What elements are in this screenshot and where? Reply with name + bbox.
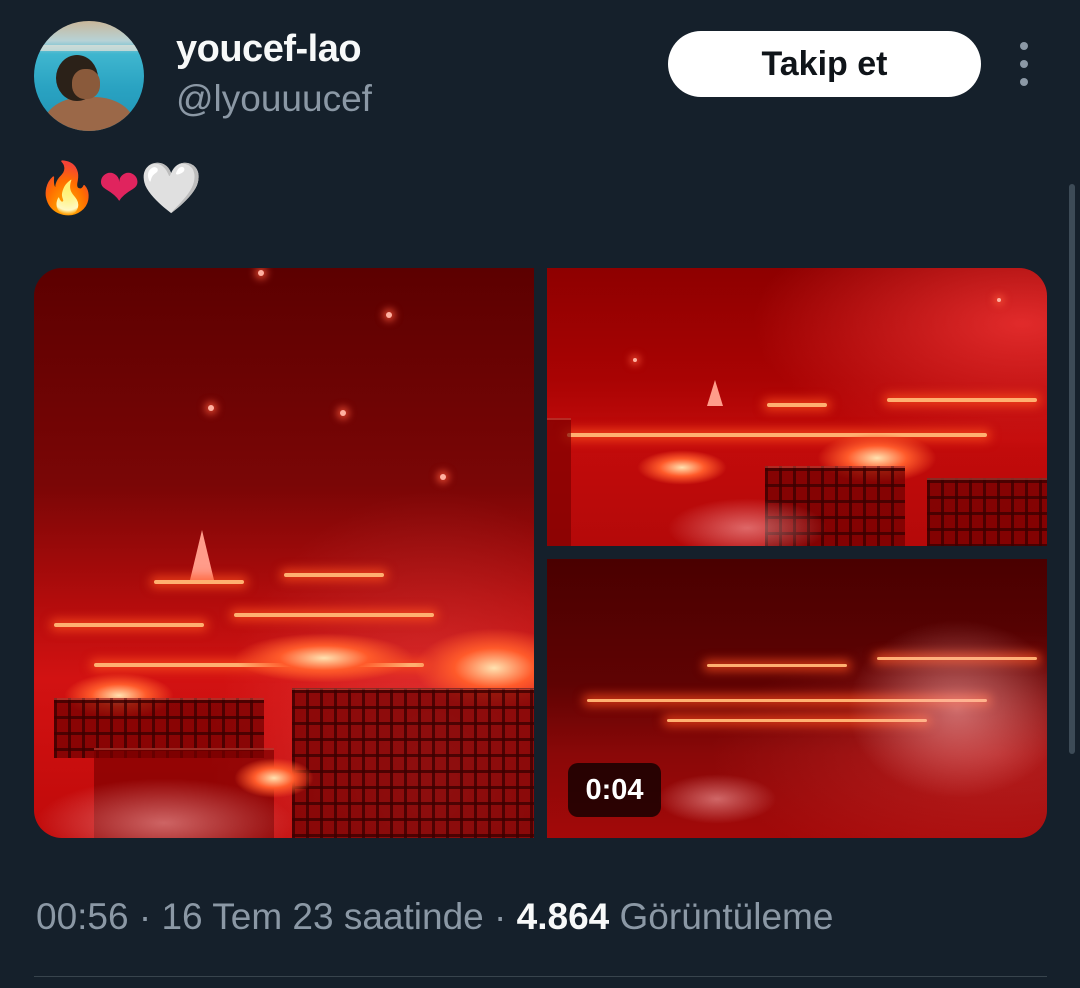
flare-spark — [440, 474, 446, 480]
flare-spark — [340, 410, 346, 416]
flare-line — [707, 664, 847, 667]
building — [547, 418, 571, 546]
avatar-shoulders — [44, 97, 134, 131]
white-heart-emoji: 🤍 — [140, 159, 203, 217]
more-dot — [1020, 60, 1028, 68]
views-label: Görüntüleme — [619, 896, 834, 937]
monument-tower — [707, 380, 723, 406]
fire-glow — [637, 450, 727, 485]
avatar-pool-edge — [34, 45, 144, 51]
author-handle[interactable]: @lyouuucef — [176, 78, 372, 120]
media-photo-1[interactable] — [34, 268, 534, 838]
views-count: 4.864 — [516, 896, 610, 937]
flare-spark — [997, 298, 1001, 302]
video-duration-badge: 0:04 — [568, 763, 661, 817]
more-dot — [1020, 78, 1028, 86]
flare-line — [567, 433, 987, 437]
meta-separator: · — [483, 896, 517, 937]
flare-line — [284, 573, 384, 577]
monument-tower — [190, 530, 214, 580]
flare-spark — [386, 312, 392, 318]
tweet-text: 🔥❤🤍 — [36, 158, 202, 218]
more-vertical-icon[interactable] — [1010, 42, 1038, 86]
avatar-face — [72, 69, 100, 99]
avatar[interactable] — [34, 21, 144, 131]
follow-button[interactable]: Takip et — [668, 31, 981, 97]
tweet-date[interactable]: 16 Tem 23 saatinde — [161, 896, 483, 937]
red-heart-emoji: ❤ — [98, 159, 141, 217]
smoke — [657, 774, 777, 824]
fire-glow — [234, 633, 414, 683]
flare-spark — [258, 270, 264, 276]
building — [927, 478, 1047, 546]
tweet-time[interactable]: 00:56 — [36, 896, 129, 937]
scrollbar[interactable] — [1069, 184, 1075, 754]
flare-line — [54, 623, 204, 627]
flare-line — [887, 398, 1037, 402]
flare-line — [154, 580, 244, 584]
building — [292, 688, 534, 838]
tweet-meta: 00:56 · 16 Tem 23 saatinde · 4.864 Görün… — [36, 896, 833, 938]
flare-spark — [633, 358, 637, 362]
divider — [34, 976, 1047, 977]
media-photo-2[interactable] — [547, 268, 1047, 546]
fire-emoji: 🔥 — [36, 159, 99, 217]
media-grid — [34, 268, 1047, 838]
more-dot — [1020, 42, 1028, 50]
author-display-name[interactable]: youcef-lao — [176, 28, 362, 71]
flare-spark — [208, 405, 214, 411]
meta-separator: · — [128, 896, 162, 937]
flare-line — [767, 403, 827, 407]
flare-line — [234, 613, 434, 617]
